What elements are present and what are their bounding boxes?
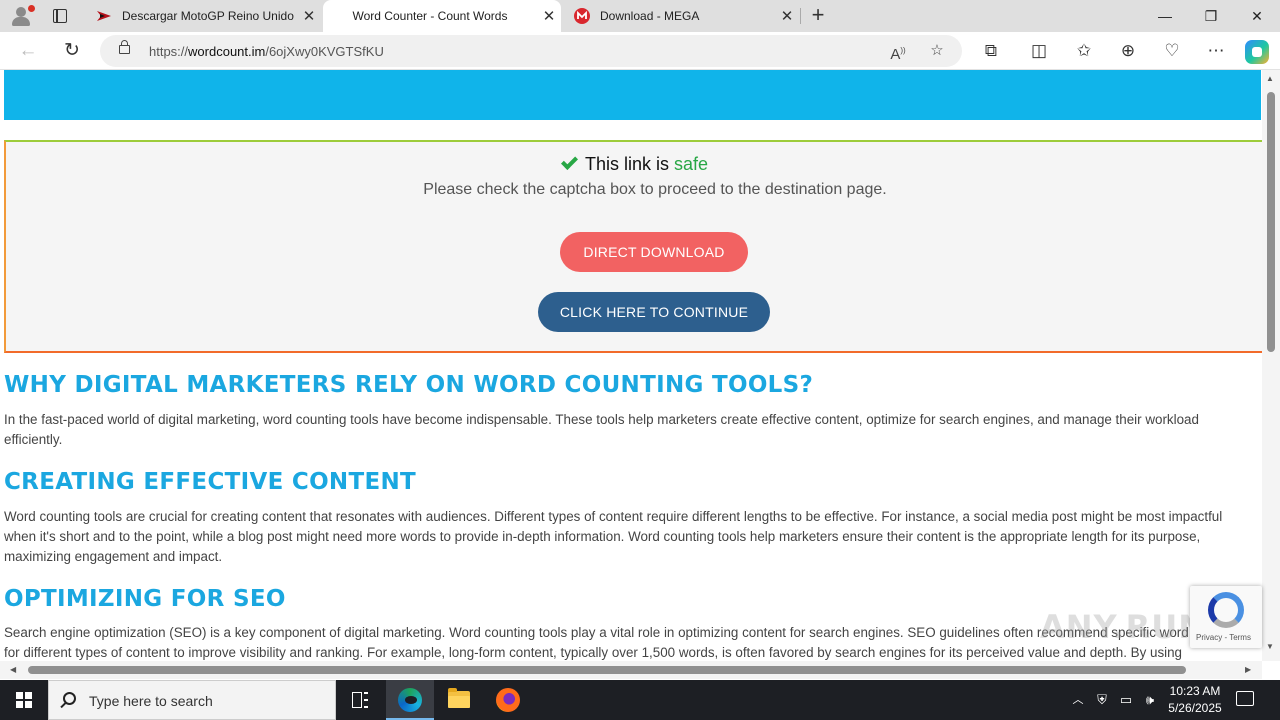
tab-word-counter[interactable]: Word Counter - Count Words ✕: [323, 0, 561, 32]
notification-icon[interactable]: [1236, 691, 1254, 706]
continue-button[interactable]: CLICK HERE TO CONTINUE: [538, 292, 770, 332]
close-tab-icon[interactable]: ✕: [537, 7, 561, 25]
safe-prefix: This link is: [584, 154, 669, 174]
tab-motogp[interactable]: Descargar MotoGP Reino Unido ( ✕: [84, 0, 321, 32]
scroll-left-icon[interactable]: ◀: [10, 665, 16, 674]
show-hidden-icons-icon[interactable]: ︿: [1068, 680, 1088, 720]
address-bar[interactable]: https://wordcount.im/6ojXwy0KVGTSfKU A))…: [100, 35, 962, 67]
favorite-star-icon[interactable]: ☆: [926, 40, 948, 62]
watermark: ANY.RUN: [1040, 608, 1206, 646]
site-header-banner: [4, 70, 1261, 120]
favorites-icon[interactable]: ✩: [1072, 40, 1096, 62]
tab-mega[interactable]: Download - MEGA ✕: [562, 0, 799, 32]
split-screen-icon[interactable]: ◫: [1027, 40, 1051, 62]
start-button[interactable]: [0, 680, 48, 720]
scroll-right-icon[interactable]: ▶: [1245, 665, 1251, 674]
windows-logo-icon: [16, 692, 32, 708]
safe-word: safe: [674, 154, 709, 174]
back-icon[interactable]: ←: [14, 38, 42, 64]
tab-title: Descargar MotoGP Reino Unido (: [122, 9, 297, 23]
restore-icon[interactable]: ❐: [1188, 0, 1234, 32]
folder-icon: [448, 688, 470, 708]
taskbar-clock[interactable]: 10:23 AM 5/26/2025: [1160, 683, 1230, 717]
clock-date: 5/26/2025: [1168, 701, 1222, 715]
section-paragraph: Word counting tools are crucial for crea…: [4, 509, 1223, 564]
safe-status: This link is safe: [6, 153, 1262, 175]
collections-icon[interactable]: ⊕: [1116, 40, 1140, 62]
section-paragraph: In the fast-paced world of digital marke…: [4, 412, 1199, 447]
minimize-icon[interactable]: —: [1142, 0, 1188, 32]
scroll-down-icon[interactable]: ▼: [1266, 642, 1274, 651]
edge-icon: [398, 688, 422, 712]
close-window-icon[interactable]: ✕: [1234, 0, 1280, 32]
taskbar: Type here to search ︿ ⛨ ▭ 🕪 10:23 AM 5/2…: [0, 680, 1280, 720]
tab-strip: Descargar MotoGP Reino Unido ( ✕ Word Co…: [0, 0, 1280, 32]
copilot-icon[interactable]: [1245, 40, 1269, 64]
taskbar-search-box[interactable]: Type here to search: [48, 680, 336, 720]
network-icon[interactable]: ▭: [1116, 680, 1136, 720]
taskbar-edge[interactable]: [386, 680, 434, 720]
volume-icon[interactable]: 🕪: [1140, 680, 1160, 720]
tab-title: Word Counter - Count Words: [352, 9, 508, 23]
recaptcha-terms-link[interactable]: Privacy - Terms: [1196, 633, 1251, 642]
security-icon[interactable]: ⛨: [1092, 680, 1112, 720]
profile-avatar-icon[interactable]: [8, 4, 35, 28]
section-heading: CREATING EFFECTIVE CONTENT: [4, 469, 417, 495]
task-view-button[interactable]: [336, 680, 384, 720]
link-safety-panel: This link is safe Please check the captc…: [4, 140, 1262, 353]
vertical-scrollbar[interactable]: ▲ ▼: [1262, 70, 1280, 661]
settings-more-icon[interactable]: ⋯: [1204, 40, 1228, 62]
search-placeholder: Type here to search: [89, 693, 213, 709]
horizontal-scroll-thumb[interactable]: [28, 666, 1186, 674]
extensions-icon[interactable]: ⧉: [979, 40, 1003, 62]
tab-actions-icon[interactable]: [50, 7, 70, 25]
search-icon: [63, 692, 76, 705]
recaptcha-logo-icon: [1208, 592, 1244, 628]
captcha-message: Please check the captcha box to proceed …: [423, 181, 887, 198]
mega-favicon-icon: [574, 8, 590, 24]
browser-essentials-icon[interactable]: ♡: [1160, 40, 1184, 62]
tab-title: Download - MEGA: [600, 9, 700, 23]
lock-icon[interactable]: [119, 40, 130, 54]
check-icon: [560, 153, 578, 170]
url-text[interactable]: https://wordcount.im/6ojXwy0KVGTSfKU: [149, 44, 384, 59]
new-tab-icon[interactable]: +: [806, 4, 830, 28]
read-aloud-icon[interactable]: A)): [887, 40, 909, 63]
taskbar-firefox[interactable]: [484, 680, 532, 720]
horizontal-scrollbar[interactable]: ◀ ▶: [0, 661, 1262, 679]
tab-separator: [800, 8, 801, 24]
refresh-icon[interactable]: ↻: [58, 38, 86, 64]
page-viewport: This link is safe Please check the captc…: [0, 70, 1262, 661]
section-heading: OPTIMIZING FOR SEO: [4, 586, 286, 612]
direct-download-button[interactable]: DIRECT DOWNLOAD: [560, 232, 748, 272]
close-tab-icon[interactable]: ✕: [775, 7, 799, 25]
recaptcha-badge[interactable]: Privacy - Terms: [1190, 586, 1262, 648]
taskbar-file-explorer[interactable]: [435, 680, 483, 720]
vertical-scroll-thumb[interactable]: [1267, 92, 1275, 352]
close-tab-icon[interactable]: ✕: [297, 7, 321, 25]
motogp-favicon-icon: [96, 8, 112, 24]
scroll-up-icon[interactable]: ▲: [1266, 74, 1274, 83]
firefox-icon: [496, 688, 520, 712]
browser-toolbar: ← ↻ https://wordcount.im/6ojXwy0KVGTSfKU…: [0, 32, 1280, 70]
section-heading: WHY DIGITAL MARKETERS RELY ON WORD COUNT…: [4, 372, 814, 398]
screen: Descargar MotoGP Reino Unido ( ✕ Word Co…: [0, 0, 1280, 720]
task-view-icon: [352, 692, 368, 708]
clock-time: 10:23 AM: [1169, 684, 1221, 698]
